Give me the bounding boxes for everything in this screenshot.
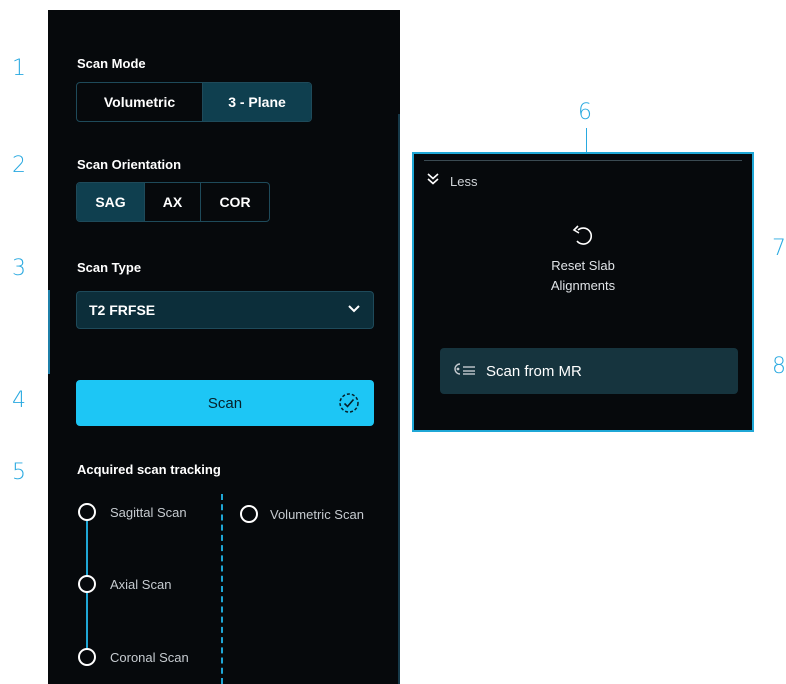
scan-button-label: Scan bbox=[207, 394, 243, 412]
chevron-down-icon bbox=[347, 301, 361, 319]
callout-2: 2 bbox=[12, 153, 26, 178]
undo-icon bbox=[414, 224, 752, 256]
scan-from-mr-label: Scan from MR bbox=[486, 362, 582, 380]
scan-orientation-toggle: SAG AX COR bbox=[76, 182, 270, 222]
tracking-item-label: Volumetric Scan bbox=[270, 506, 364, 522]
orientation-ax[interactable]: AX bbox=[145, 183, 201, 221]
status-circle-icon bbox=[78, 503, 96, 521]
callout-8: 8 bbox=[772, 354, 786, 379]
scan-mode-volumetric[interactable]: Volumetric bbox=[77, 83, 203, 121]
tracking-item-sagittal: Sagittal Scan bbox=[78, 503, 187, 521]
check-circle-icon bbox=[338, 392, 360, 419]
tracking-label: Acquired scan tracking bbox=[77, 462, 221, 477]
scan-type-select[interactable]: T2 FRFSE bbox=[76, 291, 374, 329]
less-toggle-label: Less bbox=[450, 174, 478, 189]
tracking-item-label: Sagittal Scan bbox=[110, 504, 187, 520]
tracking-item-axial: Axial Scan bbox=[78, 575, 171, 593]
status-circle-icon bbox=[240, 505, 258, 523]
reset-label-line2: Alignments bbox=[550, 278, 616, 293]
callout-7: 7 bbox=[772, 236, 786, 261]
scan-mode-3-plane[interactable]: 3 - Plane bbox=[203, 83, 311, 121]
reset-slab-alignments-button[interactable]: Reset Slab Alignments bbox=[414, 224, 752, 296]
popover-top-divider bbox=[424, 160, 742, 161]
more-options-popover: Less Reset Slab Alignments Scan from MR bbox=[412, 152, 754, 432]
scan-type-label: Scan Type bbox=[77, 260, 142, 275]
double-chevron-down-icon bbox=[426, 172, 440, 191]
callout-3: 3 bbox=[12, 256, 26, 281]
callout-1: 1 bbox=[12, 56, 26, 81]
panel-accent-bar bbox=[48, 290, 50, 374]
tracking-item-volumetric: Volumetric Scan bbox=[240, 505, 364, 523]
callout-4: 4 bbox=[12, 388, 26, 413]
orientation-cor[interactable]: COR bbox=[201, 183, 269, 221]
scan-mode-toggle: Volumetric 3 - Plane bbox=[76, 82, 312, 122]
scan-orientation-label: Scan Orientation bbox=[77, 157, 182, 172]
less-toggle[interactable]: Less bbox=[426, 172, 477, 191]
tracking-item-coronal: Coronal Scan bbox=[78, 648, 189, 666]
mr-scanner-icon bbox=[452, 362, 476, 381]
panel-divider bbox=[398, 114, 400, 684]
reset-label-line1: Reset Slab bbox=[551, 258, 615, 273]
tracking-divider-dashed bbox=[221, 494, 223, 684]
scan-type-value: T2 FRFSE bbox=[89, 302, 156, 318]
status-circle-icon bbox=[78, 648, 96, 666]
status-circle-icon bbox=[78, 575, 96, 593]
tracking-item-label: Coronal Scan bbox=[110, 649, 189, 665]
scan-from-mr-button[interactable]: Scan from MR bbox=[440, 348, 738, 394]
scan-button[interactable]: Scan bbox=[76, 380, 374, 426]
callout-5: 5 bbox=[12, 460, 26, 485]
orientation-sag[interactable]: SAG bbox=[77, 183, 145, 221]
scan-mode-label: Scan Mode bbox=[77, 56, 146, 71]
callout-6: 6 bbox=[578, 100, 592, 125]
callout-6-connector bbox=[586, 128, 587, 152]
tracking-item-label: Axial Scan bbox=[110, 576, 172, 592]
